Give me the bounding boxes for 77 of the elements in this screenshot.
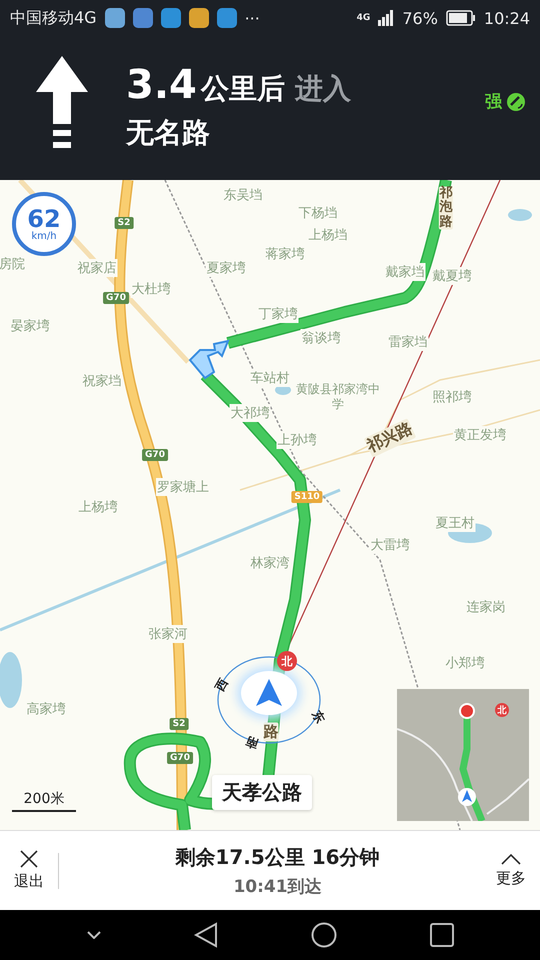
straight-arrow-icon (36, 56, 88, 150)
place-label: 丁家塆 (258, 305, 298, 323)
place-label: 大雷塆 (370, 536, 410, 554)
highway-shield: G70 (167, 752, 193, 764)
compass-east: 东 (308, 708, 328, 726)
overview-minimap[interactable]: 北 (397, 689, 529, 821)
place-label: 蒋家塆 (264, 245, 306, 263)
road-label: 路 (264, 722, 278, 742)
place-label: 上杨垱 (308, 226, 348, 244)
turn-distance: 3.4 (126, 62, 197, 108)
highway-shield: S2 (114, 217, 134, 229)
place-label: 下杨垱 (298, 204, 338, 222)
clock: 10:24 (484, 8, 530, 28)
place-label: 雷家垱 (388, 333, 428, 351)
next-road-name: 无名路 (126, 115, 211, 151)
place-label: 林家湾 (250, 554, 290, 572)
distance-unit: 公里后 (200, 71, 285, 107)
place-label: 戴夏塆 (432, 267, 472, 285)
recent-apps-icon[interactable] (430, 923, 454, 947)
more-button[interactable]: 更多 (496, 853, 526, 888)
highway-shield: S110 (291, 491, 323, 503)
place-label: 大杜塆 (130, 280, 172, 298)
back-icon[interactable] (194, 922, 218, 948)
highway-shield: S2 (170, 718, 188, 730)
network-type: 4G (356, 13, 370, 23)
turn-action: 进入 (294, 71, 351, 107)
place-label: 黄正发塆 (453, 426, 507, 444)
place-label: 张家河 (148, 625, 188, 643)
place-label: 夏家塆 (206, 259, 246, 277)
app-notification-icon (104, 8, 125, 28)
place-label: 上杨塆 (78, 498, 118, 516)
compass-west: 西 (212, 676, 232, 694)
navigation-arrow-icon (254, 678, 284, 708)
place-label: 连家岗 (466, 598, 506, 616)
gps-strength: 强 (485, 91, 502, 113)
highway-shield: G70 (142, 449, 168, 461)
road-label: 祁兴路 (364, 418, 416, 458)
highway-shield: G70 (103, 292, 129, 304)
arrival-time: 10:41到达 (233, 876, 322, 898)
close-icon (20, 850, 38, 868)
chevron-down-icon[interactable] (86, 931, 100, 939)
place-label: 照祁塆 (432, 388, 472, 406)
speed-value: 62 (27, 206, 61, 230)
place-label: 祝家垱 (82, 372, 122, 390)
place-label: 大祁塆 (230, 404, 270, 422)
carrier-name: 中国移动4G (10, 8, 97, 28)
place-label: 上孙塆 (276, 431, 318, 449)
exit-button[interactable]: 退出 (14, 850, 44, 891)
minimap-north: 北 (495, 703, 509, 717)
place-label: 罗家塘上 (156, 478, 210, 496)
remaining-trip: 剩余17.5公里 16分钟 (175, 844, 380, 870)
place-label: 戴家垱 (384, 263, 426, 281)
app-notification-icon (160, 8, 181, 28)
compass-south: 南 (243, 732, 261, 752)
app-notification-icon (216, 8, 237, 28)
place-label: 翁谈塆 (300, 329, 342, 347)
current-road-name: 天孝公路 (212, 775, 312, 810)
speed-unit: km/h (31, 230, 57, 242)
app-notification-icon (188, 8, 209, 28)
place-label: 高家塆 (26, 700, 66, 718)
battery-icon (446, 10, 476, 26)
place-label: 车站村 (250, 369, 290, 387)
more-notifications: ··· (244, 8, 260, 28)
map-scale: 200米 (12, 790, 76, 812)
place-label: 祝家店 (76, 259, 118, 277)
battery-percent: 76% (402, 8, 438, 28)
place-label: 夏王村 (434, 514, 476, 532)
caret-up-icon (501, 853, 521, 865)
place-label: 小郑塆 (444, 654, 486, 672)
home-icon[interactable] (310, 922, 336, 948)
place-label: 黄陂县祁家湾中学 (296, 382, 380, 412)
road-label: 祁泡路 (438, 186, 454, 230)
app-notification-icon (132, 8, 153, 28)
place-label: 东吴垱 (222, 186, 264, 204)
compass-north: 北 (277, 651, 297, 671)
signal-icon (378, 10, 394, 26)
place-label: 晏家塆 (10, 317, 50, 335)
